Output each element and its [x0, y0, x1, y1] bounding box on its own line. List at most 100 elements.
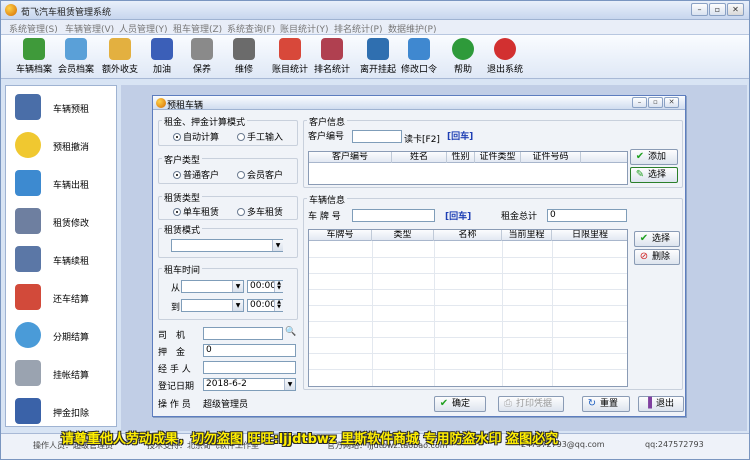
rent-out-icon	[15, 170, 41, 196]
radio-member-customer[interactable]: 会员客户	[237, 168, 283, 181]
status-qq: qq:247572793	[645, 440, 704, 449]
menu-staff[interactable]: 人员管理(Y)	[119, 22, 168, 35]
customer-id-input[interactable]	[352, 130, 402, 143]
customer-info-group: 客户信息 客户编号 读卡[F2] [回车] 客户编号 姓名 性别 证件类型 证件…	[303, 115, 683, 188]
deposit-input[interactable]: 0	[203, 344, 296, 357]
tool-accounts[interactable]: 账目统计	[269, 37, 311, 77]
menu-vehicle[interactable]: 车辆管理(V)	[65, 22, 114, 35]
time-spin-icon[interactable]: ▲ ▼	[274, 281, 283, 292]
tool-exit[interactable]: 退出系统	[484, 37, 526, 77]
sidebar-item-modify[interactable]: 租赁修改	[9, 204, 114, 238]
tool-vehicle-files[interactable]: 车辆档案	[13, 37, 55, 77]
dialog-logo-icon	[156, 98, 166, 108]
help-icon	[452, 38, 474, 60]
sidebar-item-reserve[interactable]: 车辆预租	[9, 90, 114, 124]
smiley-icon	[15, 132, 41, 158]
vehicle-table-header: 车牌号 类型 名称 当前里程 日限里程	[309, 230, 627, 241]
dialog-title-bar: 预租车辆 – ▫ ✕	[153, 96, 685, 111]
radio-single-rent[interactable]: 单车租赁	[173, 205, 219, 218]
from-date-select[interactable]: ▼	[181, 280, 244, 293]
chevron-down-icon: ▼	[232, 300, 243, 311]
operator-value: 超级管理员	[203, 400, 249, 410]
radio-normal-customer[interactable]: 普通客户	[173, 168, 219, 181]
dialog-maximize-button[interactable]: ▫	[648, 97, 663, 108]
driver-input[interactable]	[203, 327, 283, 340]
sidebar-item-credit[interactable]: 挂帐结算	[9, 356, 114, 390]
dialog-title: 预租车辆	[167, 101, 204, 111]
register-date-select[interactable]: 2018-6-2 ▼	[203, 378, 296, 391]
tool-fuel[interactable]: 加油	[141, 37, 183, 77]
tool-password[interactable]: 修改口令	[398, 37, 440, 77]
app-logo-icon	[5, 4, 17, 16]
refresh-icon: ↻	[587, 398, 597, 409]
rent-mode-group: 租赁模式 ▼	[158, 223, 298, 258]
ok-button[interactable]: ✔ 确定	[434, 396, 486, 412]
pencil-icon: ✎	[635, 169, 645, 180]
dialog-minimize-button[interactable]: –	[632, 97, 647, 108]
sidebar-item-cancel[interactable]: 预租撤消	[9, 128, 114, 162]
sidebar-item-return[interactable]: 还车结算	[9, 280, 114, 314]
add-customer-button[interactable]: ✔ 添加	[630, 149, 678, 165]
installment-icon	[15, 322, 41, 348]
sidebar-item-rent-out[interactable]: 车辆出租	[9, 166, 114, 200]
tool-ranking[interactable]: 排名统计	[311, 37, 353, 77]
radio-multi-rent[interactable]: 多车租赁	[237, 205, 283, 218]
search-icon[interactable]: 🔍	[285, 327, 296, 337]
delete-icon: ⊘	[639, 251, 649, 262]
tool-help[interactable]: 帮助	[442, 37, 484, 77]
toolbar: 车辆档案 会员档案 额外收支 加油 保养 维修 账目统计 排名统计 离开挂起 修…	[1, 35, 749, 79]
menu-ranking[interactable]: 排名统计(P)	[334, 22, 382, 35]
minimize-button[interactable]: –	[691, 3, 708, 16]
money-icon	[109, 38, 131, 60]
print-receipt-button[interactable]: ⎙ 打印凭据	[498, 396, 564, 412]
reserve-dialog: 预租车辆 – ▫ ✕ 租金、押金计算模式 自动计算 手工输入 客户类型 普通客户…	[152, 95, 686, 417]
rent-mode-select[interactable]	[171, 239, 283, 252]
sidebar-item-deduct[interactable]: 押金扣除	[9, 394, 114, 428]
gear-icon	[191, 38, 213, 60]
menu-data[interactable]: 数据维护(P)	[388, 22, 436, 35]
read-card-label[interactable]: 读卡[F2]	[404, 132, 440, 145]
title-bar: 荀飞汽车租赁管理系统 – ▫ ✕	[1, 1, 749, 20]
menu-query[interactable]: 系统查询(F)	[227, 22, 275, 35]
to-date-select[interactable]: ▼	[181, 299, 244, 312]
sidebar-item-renew[interactable]: 车辆续租	[9, 242, 114, 276]
radio-auto-calc[interactable]: 自动计算	[173, 130, 219, 143]
menu-system[interactable]: 系统管理(S)	[9, 22, 58, 35]
tool-maintenance[interactable]: 保养	[181, 37, 223, 77]
wrench-icon	[233, 38, 255, 60]
time-spin-icon[interactable]: ▲ ▼	[274, 300, 283, 311]
fuel-icon	[151, 38, 173, 60]
menu-rental[interactable]: 租车管理(Z)	[173, 22, 222, 35]
tool-extra[interactable]: 额外收支	[99, 37, 141, 77]
handler-input[interactable]	[203, 361, 296, 374]
radio-manual-input[interactable]: 手工输入	[237, 130, 283, 143]
vehicle-enter-hint: [回车]	[445, 212, 472, 222]
plate-input[interactable]	[352, 209, 435, 222]
maximize-button[interactable]: ▫	[709, 3, 726, 16]
sidebar-item-installment[interactable]: 分期结算	[9, 318, 114, 352]
exit-button[interactable]: ▐ 退出	[638, 396, 684, 412]
chevron-down-icon: ▼	[232, 281, 243, 292]
customer-type-group: 客户类型 普通客户 会员客户	[158, 153, 298, 184]
modify-icon	[15, 208, 41, 234]
menu-accounts[interactable]: 账目统计(Y)	[280, 22, 329, 35]
app-window: 荀飞汽车租赁管理系统 – ▫ ✕ 系统管理(S) 车辆管理(V) 人员管理(Y)…	[0, 0, 750, 460]
deposit-mode-group: 租金、押金计算模式 自动计算 手工输入	[158, 115, 298, 146]
door-icon: ▐	[644, 398, 652, 409]
tool-repair[interactable]: 维修	[223, 37, 265, 77]
reset-button[interactable]: ↻ 重置	[582, 396, 630, 412]
select-customer-button[interactable]: ✎ 选择	[630, 167, 678, 183]
menu-bar: 系统管理(S) 车辆管理(V) 人员管理(Y) 租车管理(Z) 系统查询(F) …	[1, 20, 749, 35]
tool-member-files[interactable]: 会员档案	[55, 37, 97, 77]
renew-icon	[15, 246, 41, 272]
close-button[interactable]: ✕	[727, 3, 744, 16]
dialog-close-button[interactable]: ✕	[664, 97, 679, 108]
total-rent-input[interactable]: 0	[547, 209, 627, 222]
vehicle-info-group: 车辆信息 车 牌 号 [回车] 租金总计 0 车牌号 类型 名称 当前里程 日限…	[303, 193, 683, 390]
tool-suspend[interactable]: 离开挂起	[357, 37, 399, 77]
statistics-icon	[279, 38, 301, 60]
car-icon	[23, 38, 45, 60]
select-vehicle-button[interactable]: ✔ 选择	[634, 231, 680, 247]
return-icon	[15, 284, 41, 310]
delete-vehicle-button[interactable]: ⊘ 删除	[634, 249, 680, 265]
